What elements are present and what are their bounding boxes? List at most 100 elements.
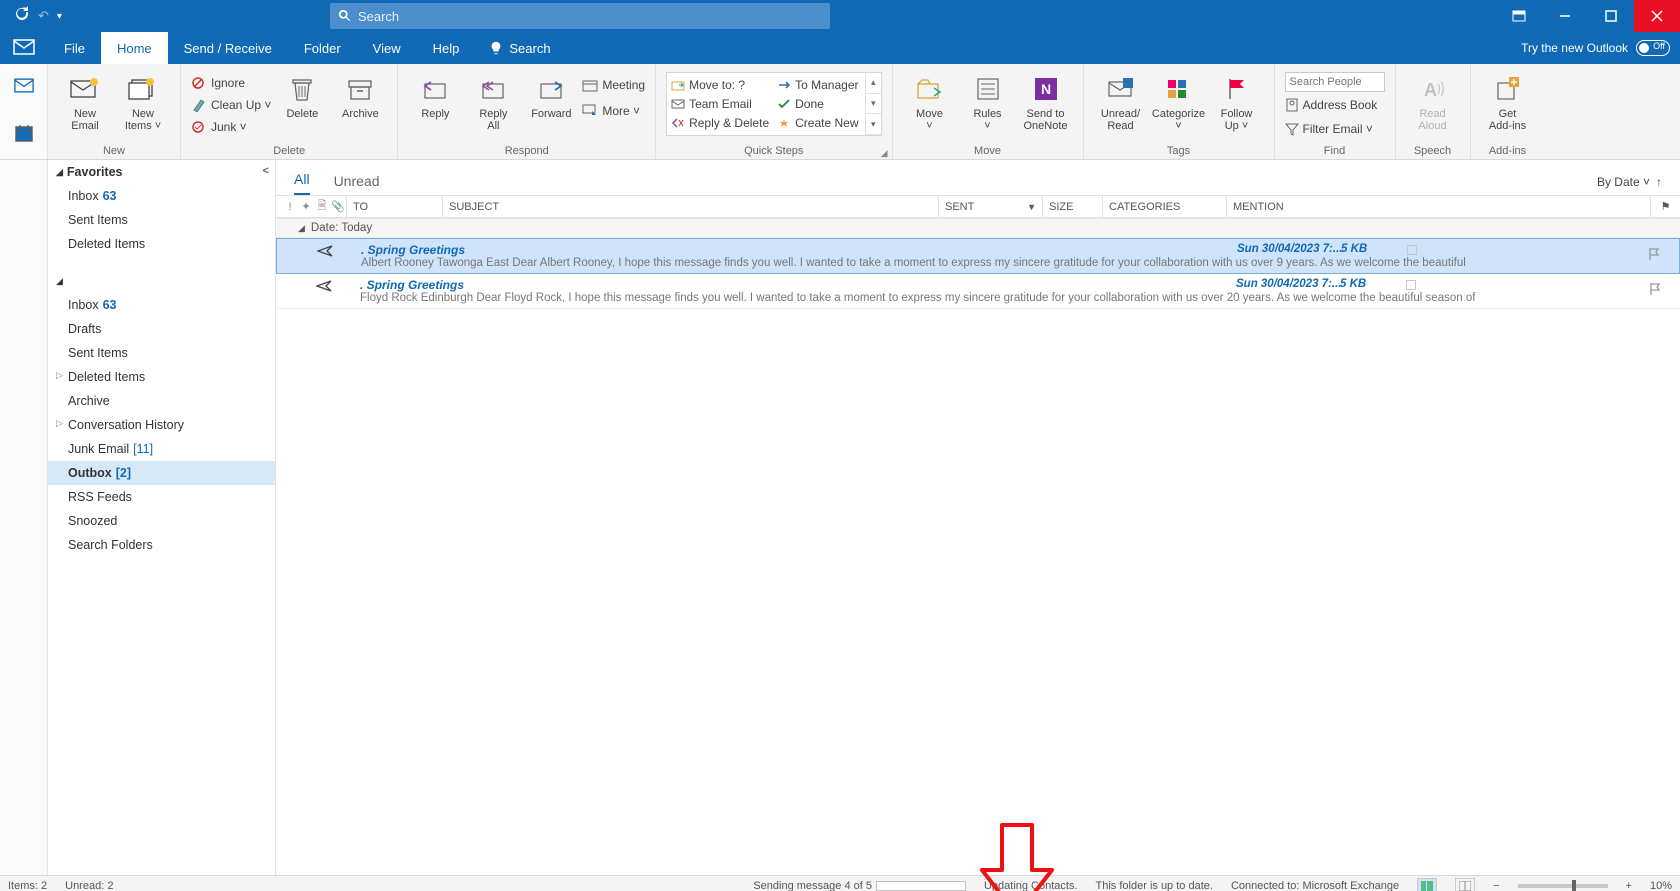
col-sent[interactable]: SENT▼: [938, 196, 1042, 217]
tab-help[interactable]: Help: [417, 32, 476, 64]
account-header[interactable]: ◢: [48, 270, 275, 293]
folder-outbox[interactable]: Outbox [2]: [48, 461, 275, 485]
message-category-box[interactable]: [1406, 280, 1416, 290]
col-size[interactable]: SIZE: [1042, 196, 1102, 217]
favorites-header[interactable]: ◢Favorites <: [48, 160, 275, 184]
qs-moveto[interactable]: Move to: ?: [671, 75, 769, 94]
get-addins-button[interactable]: Get Add-ins: [1481, 70, 1535, 132]
folder-junk-email[interactable]: Junk Email [11]: [48, 437, 275, 461]
qs-scroll[interactable]: ▴▾▾: [865, 73, 880, 135]
try-new-outlook-toggle[interactable]: Off: [1636, 40, 1670, 56]
ignore-button[interactable]: Ignore: [191, 72, 271, 94]
tab-view[interactable]: View: [357, 32, 417, 64]
qs-launcher-icon[interactable]: ◢: [881, 148, 888, 159]
tab-home[interactable]: Home: [101, 32, 168, 64]
col-importance-icon[interactable]: !: [282, 201, 298, 213]
folder-sent-items[interactable]: Sent Items: [48, 208, 275, 232]
zoom-in[interactable]: +: [1626, 880, 1632, 891]
col-categories[interactable]: CATEGORIES: [1102, 196, 1226, 217]
move-button[interactable]: Move ˅: [903, 70, 957, 132]
cleanup-button[interactable]: Clean Up ˅: [191, 94, 271, 116]
col-to[interactable]: TO: [346, 196, 442, 217]
delete-button[interactable]: Delete: [275, 70, 329, 120]
col-flag-icon[interactable]: ⚑: [1650, 196, 1680, 217]
delete-label: Delete: [286, 108, 318, 120]
junk-button[interactable]: Junk ˅: [191, 116, 271, 138]
replyall-button[interactable]: Reply All: [466, 70, 520, 132]
message-flag-icon[interactable]: [1647, 247, 1661, 264]
qs-tomanager[interactable]: To Manager: [777, 75, 861, 94]
filter-email-button[interactable]: Filter Email ˅: [1285, 118, 1385, 140]
search-people-input[interactable]: [1285, 72, 1385, 92]
tab-file[interactable]: File: [48, 32, 101, 64]
col-attachment-icon[interactable]: 📎: [330, 200, 346, 213]
new-items-button[interactable]: New Items ˅: [116, 70, 170, 132]
message-flag-icon[interactable]: [1648, 282, 1662, 299]
folder-search-folders[interactable]: Search Folders: [48, 533, 275, 557]
folder-deleted-items[interactable]: Deleted Items: [48, 232, 275, 256]
qat-dropdown-icon[interactable]: ▾: [57, 11, 62, 22]
tab-sendreceive[interactable]: Send / Receive: [168, 32, 288, 64]
folder-deleted-items[interactable]: ▷Deleted Items: [48, 365, 275, 389]
message-row[interactable]: . Spring GreetingsSun 30/04/2023 7:...5 …: [276, 238, 1680, 274]
folder-archive[interactable]: Archive: [48, 389, 275, 413]
folder-inbox[interactable]: Inbox 63: [48, 184, 275, 208]
date-group-today[interactable]: ◢ Date: Today: [276, 218, 1680, 238]
undo-icon[interactable]: ↶: [38, 8, 49, 24]
message-row[interactable]: . Spring GreetingsSun 30/04/2023 7:...5 …: [276, 274, 1680, 309]
folder-snoozed[interactable]: Snoozed: [48, 509, 275, 533]
col-icon-icon[interactable]: 🗎: [314, 197, 330, 216]
sort-by-date[interactable]: By Date ˅: [1597, 175, 1650, 189]
forward-button[interactable]: Forward: [524, 70, 578, 120]
calendar-icon[interactable]: [15, 124, 33, 147]
mail-icon[interactable]: [14, 78, 34, 98]
qs-createnew[interactable]: Create New: [777, 114, 861, 133]
col-mention[interactable]: MENTION: [1226, 196, 1650, 217]
qs-replydelete[interactable]: Reply & Delete: [671, 114, 769, 133]
zoom-out[interactable]: −: [1493, 880, 1499, 891]
folder-conversation-history[interactable]: ▷Conversation History: [48, 413, 275, 437]
qs-done[interactable]: Done: [777, 94, 861, 113]
archive-button[interactable]: Archive: [333, 70, 387, 120]
new-email-button[interactable]: New Email: [58, 70, 112, 132]
ribbon-display-options[interactable]: [1496, 0, 1542, 32]
respond-more-button[interactable]: More ˅: [582, 100, 645, 122]
folder-rss-feeds[interactable]: RSS Feeds: [48, 485, 275, 509]
expander-icon[interactable]: ▷: [56, 370, 63, 381]
folder-drafts[interactable]: Drafts: [48, 317, 275, 341]
column-headers: ! ✦ 🗎 📎 TO SUBJECT SENT▼ SIZE CATEGORIES…: [276, 196, 1680, 218]
zoom-slider[interactable]: [1518, 884, 1608, 888]
global-search-input[interactable]: [358, 9, 822, 24]
reply-button[interactable]: Reply: [408, 70, 462, 120]
folder-count: [2]: [116, 466, 131, 480]
window-minimize[interactable]: [1542, 0, 1588, 32]
qs-teamemail[interactable]: Team Email: [671, 94, 769, 113]
filter-all[interactable]: All: [294, 171, 310, 195]
folder-inbox[interactable]: Inbox 63: [48, 293, 275, 317]
tell-me-search[interactable]: Search: [475, 32, 564, 64]
onenote-button[interactable]: NSend to OneNote: [1019, 70, 1073, 132]
categorize-button[interactable]: Categorize ˅: [1152, 70, 1206, 132]
window-maximize[interactable]: [1588, 0, 1634, 32]
folder-sent-items[interactable]: Sent Items: [48, 341, 275, 365]
sort-direction-icon[interactable]: ↑: [1656, 175, 1662, 189]
read-aloud-label: Read Aloud: [1418, 108, 1446, 132]
window-close[interactable]: [1634, 0, 1680, 32]
followup-button[interactable]: Follow Up ˅: [1210, 70, 1264, 132]
sync-icon[interactable]: [14, 6, 30, 27]
mail-module-icon[interactable]: [13, 39, 35, 58]
expander-icon[interactable]: ▷: [56, 418, 63, 429]
tab-folder[interactable]: Folder: [288, 32, 357, 64]
address-book-button[interactable]: Address Book: [1285, 94, 1385, 116]
global-search[interactable]: [330, 3, 830, 29]
unread-button[interactable]: Unread/ Read: [1094, 70, 1148, 132]
col-subject[interactable]: SUBJECT: [442, 196, 938, 217]
view-normal-icon[interactable]: [1417, 878, 1437, 891]
view-reading-icon[interactable]: [1455, 878, 1475, 891]
filter-unread[interactable]: Unread: [334, 173, 380, 195]
message-category-box[interactable]: [1407, 245, 1417, 255]
meeting-button[interactable]: Meeting: [582, 74, 645, 96]
col-reminder-icon[interactable]: ✦: [298, 200, 314, 213]
collapse-folder-pane-icon[interactable]: <: [263, 165, 269, 177]
rules-button[interactable]: Rules ˅: [961, 70, 1015, 132]
